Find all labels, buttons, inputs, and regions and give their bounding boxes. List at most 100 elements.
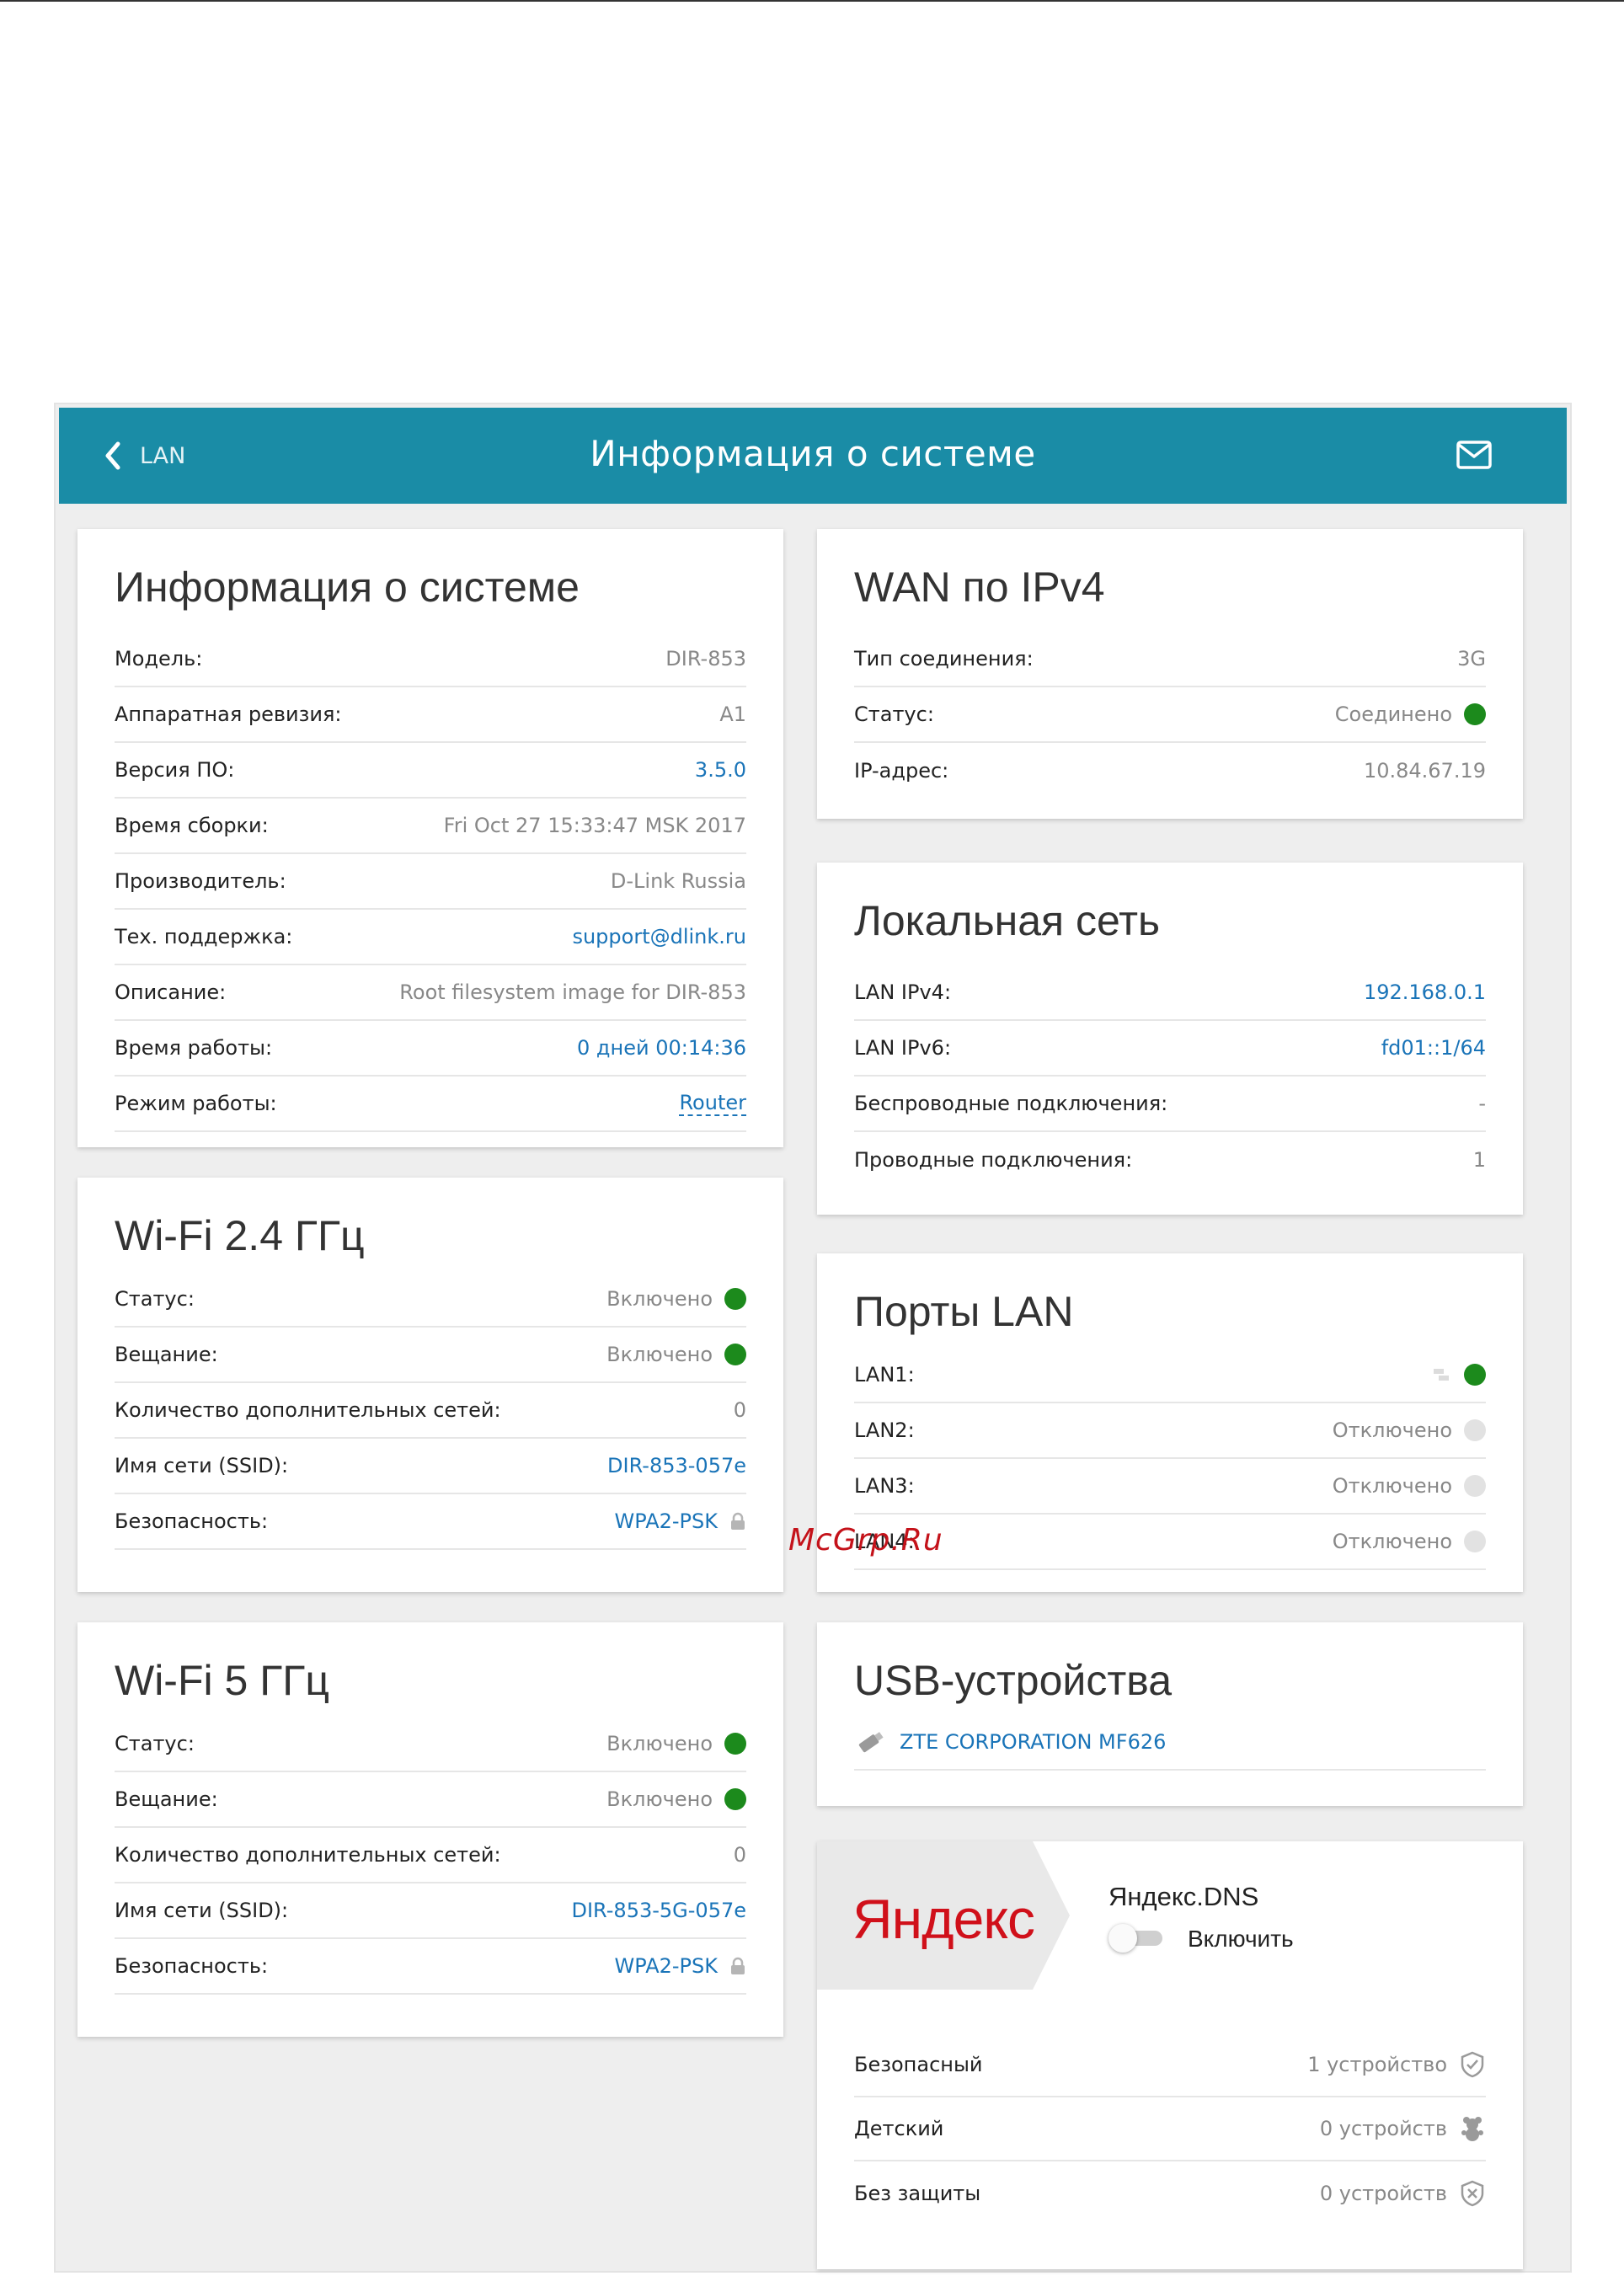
row-value: A1 xyxy=(719,703,746,726)
lock-icon xyxy=(731,1512,745,1530)
wifi-5-card: Wi-Fi 5 ГГц Статус: Включено Вещание: Вк… xyxy=(77,1622,783,2037)
firmware-link[interactable]: 3.5.0 xyxy=(695,758,746,782)
wifi24-row-extra-networks: Количество дополнительных сетей: 0 xyxy=(115,1383,746,1439)
info-row-vendor: Производитель: D-Link Russia xyxy=(115,854,746,910)
row-label: Статус: xyxy=(854,703,934,726)
port-row-lan1: LAN1: xyxy=(854,1348,1486,1403)
info-row-description: Описание: Root filesystem image for DIR-… xyxy=(115,965,746,1021)
row-label: Вещание: xyxy=(115,1343,218,1366)
watermark-text: McGrp.Ru xyxy=(788,1523,943,1557)
port-link-down-dot xyxy=(1464,1531,1486,1552)
port-link-up-dot xyxy=(1464,1364,1486,1386)
yandex-dns-card: Яндекс Яндекс.DNS Включить Безопасный 1 … xyxy=(817,1841,1523,2269)
teddy-bear-icon xyxy=(1461,2117,1483,2141)
row-label: Тех. поддержка: xyxy=(115,925,293,948)
card-title: Порты LAN xyxy=(854,1288,1074,1335)
lan-row-ipv6: LAN IPv6: fd01::1/64 xyxy=(854,1021,1486,1077)
status-on-dot xyxy=(724,1733,746,1755)
card-title: USB-устройства xyxy=(854,1657,1173,1704)
row-value: Соединено xyxy=(1334,703,1452,726)
row-label: Детский xyxy=(854,2117,944,2140)
wan-ipv4-card: WAN по IPv4 Тип соединения: 3G Статус: С… xyxy=(817,529,1523,819)
row-label: Время работы: xyxy=(115,1036,273,1060)
row-label: Производитель: xyxy=(115,869,286,893)
router-web-ui: LAN Информация о системе Информация о си… xyxy=(54,403,1572,2273)
toggle-label: Включить xyxy=(1188,1926,1294,1952)
wifi5-row-ssid: Имя сети (SSID): DIR-853-5G-057e xyxy=(115,1883,746,1939)
row-value: 0 xyxy=(733,1398,746,1422)
info-row-mode: Режим работы: Router xyxy=(115,1077,746,1132)
usb-device-link[interactable]: ZTE CORPORATION MF626 xyxy=(900,1730,1166,1754)
ssid-link[interactable]: DIR-853-057e xyxy=(607,1454,746,1477)
info-row-support: Тех. поддержка: support@dlink.ru xyxy=(115,910,746,965)
row-value: DIR-853 xyxy=(665,647,746,671)
info-row-build-time: Время сборки: Fri Oct 27 15:33:47 MSK 20… xyxy=(115,799,746,854)
lan-ipv4-link[interactable]: 192.168.0.1 xyxy=(1364,980,1486,1004)
row-value: 0 устройств xyxy=(1319,2117,1447,2140)
row-label: IP-адрес: xyxy=(854,759,949,783)
row-label: Количество дополнительных сетей: xyxy=(115,1398,501,1422)
row-value: Root filesystem image for DIR-853 xyxy=(399,980,746,1004)
info-row-hw-revision: Аппаратная ревизия: A1 xyxy=(115,687,746,743)
row-label: Беспроводные подключения: xyxy=(854,1092,1168,1115)
mail-icon[interactable] xyxy=(1456,440,1493,470)
row-value: 1 устройство xyxy=(1307,2053,1447,2076)
row-value: Включено xyxy=(606,1787,713,1811)
status-on-dot xyxy=(724,1344,746,1365)
info-row-uptime: Время работы: 0 дней 00:14:36 xyxy=(115,1021,746,1077)
lan-row-wireless-clients: Беспроводные подключения: - xyxy=(854,1077,1486,1132)
row-value: 3G xyxy=(1457,647,1486,671)
usb-device-row[interactable]: ZTE CORPORATION MF626 xyxy=(854,1715,1486,1771)
lan-row-wired-clients: Проводные подключения: 1 xyxy=(854,1132,1486,1188)
page-title: Информация о системе xyxy=(590,433,1036,474)
port-row-lan3: LAN3: Отключено xyxy=(854,1459,1486,1515)
row-label: LAN IPv4: xyxy=(854,980,952,1004)
lan-ipv6-link[interactable]: fd01::1/64 xyxy=(1381,1036,1486,1060)
usb-devices-card: USB-устройства ZTE CORPORATION MF626 xyxy=(817,1622,1523,1806)
wifi5-row-extra-networks: Количество дополнительных сетей: 0 xyxy=(115,1828,746,1883)
wan-row-status: Статус: Соединено xyxy=(854,687,1486,743)
uptime-value[interactable]: 0 дней 00:14:36 xyxy=(577,1036,746,1060)
status-on-dot xyxy=(724,1288,746,1310)
yandex-logo: Яндекс xyxy=(852,1888,1035,1950)
info-row-model: Модель: DIR-853 xyxy=(115,632,746,687)
wifi24-row-broadcast: Вещание: Включено xyxy=(115,1328,746,1383)
shield-x-icon xyxy=(1461,2180,1484,2207)
row-value: Включено xyxy=(606,1287,713,1311)
ssid-link[interactable]: DIR-853-5G-057e xyxy=(572,1899,747,1922)
system-info-card: Информация о системе Модель: DIR-853 Апп… xyxy=(77,529,783,1147)
status-on-dot xyxy=(724,1788,746,1810)
top-rule xyxy=(0,0,1624,2)
row-label: Вещание: xyxy=(115,1787,218,1811)
support-email-link[interactable]: support@dlink.ru xyxy=(572,925,746,948)
shield-check-icon xyxy=(1461,2051,1484,2078)
security-link[interactable]: WPA2-PSK xyxy=(615,1509,718,1533)
row-label: Имя сети (SSID): xyxy=(115,1454,289,1477)
row-label: LAN IPv6: xyxy=(854,1036,952,1060)
row-value: Отключено xyxy=(1332,1530,1452,1553)
toggle-knob xyxy=(1108,1924,1137,1953)
yandex-row-unprotected: Без защиты 0 устройств xyxy=(854,2161,1486,2225)
row-label: Описание: xyxy=(115,980,227,1004)
row-value: 0 xyxy=(733,1843,746,1867)
yandex-dns-title: Яндекс.DNS xyxy=(1108,1882,1259,1911)
lan-row-ipv4: LAN IPv4: 192.168.0.1 xyxy=(854,965,1486,1021)
card-title: Wi-Fi 5 ГГц xyxy=(115,1657,329,1704)
row-label: Модель: xyxy=(115,647,203,671)
wan-row-ip: IP-адрес: 10.84.67.19 xyxy=(854,743,1486,799)
network-port-icon xyxy=(1434,1369,1449,1381)
row-label: Безопасность: xyxy=(115,1954,269,1978)
local-network-card: Локальная сеть LAN IPv4: 192.168.0.1 LAN… xyxy=(817,863,1523,1215)
mode-link[interactable]: Router xyxy=(679,1091,746,1116)
port-link-down-dot xyxy=(1464,1419,1486,1441)
row-label: Версия ПО: xyxy=(115,758,235,782)
wifi24-row-security: Безопасность: WPA2-PSK xyxy=(115,1494,746,1550)
row-value: 0 устройств xyxy=(1319,2182,1447,2205)
mode-link-text[interactable]: Router xyxy=(679,1091,746,1116)
row-label: Время сборки: xyxy=(115,814,269,837)
yandex-dns-toggle[interactable] xyxy=(1108,1924,1162,1953)
yandex-row-safe: Безопасный 1 устройство xyxy=(854,2033,1486,2097)
row-label: Проводные подключения: xyxy=(854,1148,1133,1172)
row-value: Включено xyxy=(606,1343,713,1366)
security-link[interactable]: WPA2-PSK xyxy=(615,1954,718,1978)
